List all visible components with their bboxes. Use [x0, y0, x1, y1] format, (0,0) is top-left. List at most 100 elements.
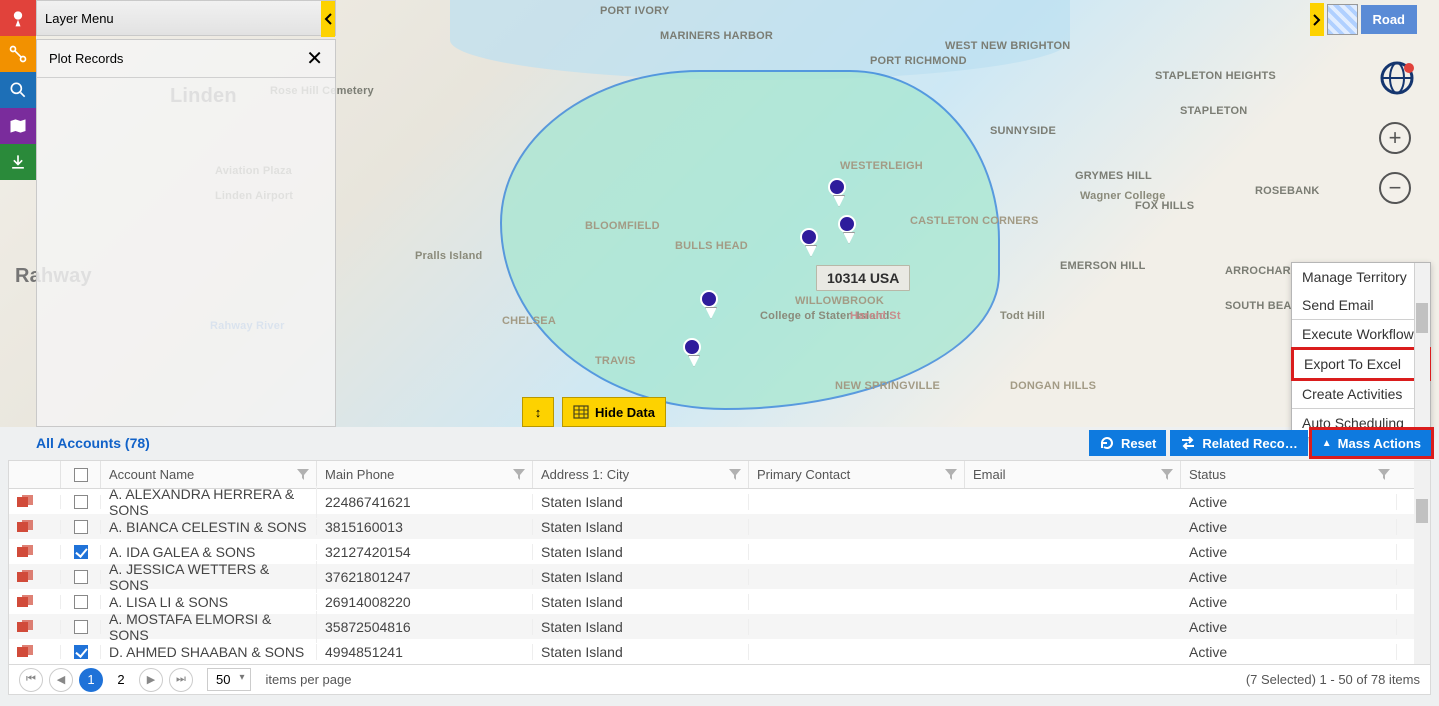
row-checkbox[interactable]	[61, 495, 101, 509]
table-row[interactable]: D. AHMED SHAABAN & SONS4994851241Staten …	[9, 639, 1430, 664]
map-pin[interactable]	[800, 228, 818, 246]
header-contact[interactable]: Primary Contact	[749, 461, 965, 488]
table-row[interactable]: A. MOSTAFA ELMORSI & SONS35872504816Stat…	[9, 614, 1430, 639]
map-pin[interactable]	[838, 215, 856, 233]
cell-city: Staten Island	[533, 569, 749, 585]
map-place-label: STAPLETON HEIGHTS	[1155, 70, 1276, 82]
filter-icon[interactable]	[944, 467, 958, 481]
row-checkbox[interactable]	[61, 545, 101, 559]
row-checkbox[interactable]	[61, 620, 101, 634]
tool-pin-icon[interactable]	[0, 0, 36, 36]
cell-status: Active	[1181, 644, 1397, 660]
menu-item[interactable]: Execute Workflow	[1292, 319, 1430, 348]
map-place-label: CASTLETON CORNERS	[910, 215, 1038, 227]
map-tooltip: 10314 USA	[816, 265, 910, 291]
record-icon-cell[interactable]	[9, 520, 61, 534]
row-checkbox[interactable]	[61, 645, 101, 659]
header-select-all[interactable]	[61, 461, 101, 488]
cell-account-name: A. JESSICA WETTERS & SONS	[101, 561, 317, 593]
map-place-label: MARINERS HARBOR	[660, 30, 773, 42]
cell-phone: 32127420154	[317, 544, 533, 560]
layer-menu-bar[interactable]: Layer Menu	[36, 0, 336, 36]
related-label: Related Reco…	[1202, 436, 1297, 451]
grid-pager: ⏮ ◀ 1 2 ▶ ⏭ 50 items per page (7 Selecte…	[8, 665, 1431, 695]
filter-icon[interactable]	[512, 467, 526, 481]
map-place-label: DONGAN HILLS	[1010, 380, 1096, 392]
cell-status: Active	[1181, 594, 1397, 610]
pager-prev[interactable]: ◀	[49, 668, 73, 692]
zoom-out-button[interactable]: −	[1379, 172, 1411, 204]
header-city[interactable]: Address 1: City	[533, 461, 749, 488]
pager-last[interactable]: ⏭	[169, 668, 193, 692]
filter-icon[interactable]	[296, 467, 310, 481]
cell-phone: 26914008220	[317, 594, 533, 610]
header-email[interactable]: Email	[965, 461, 1181, 488]
filter-icon[interactable]	[728, 467, 742, 481]
map-place-label: GRYMES HILL	[1075, 170, 1152, 182]
map-style-switcher[interactable]: Road	[1310, 3, 1418, 36]
map-place-label: SUNNYSIDE	[990, 125, 1056, 137]
cell-city: Staten Island	[533, 644, 749, 660]
layer-menu-collapse[interactable]	[321, 1, 335, 37]
zoom-in-button[interactable]: +	[1379, 122, 1411, 154]
record-icon-cell[interactable]	[9, 595, 61, 609]
row-checkbox[interactable]	[61, 570, 101, 584]
cell-account-name: A. IDA GALEA & SONS	[101, 544, 317, 560]
pager-summary: (7 Selected) 1 - 50 of 78 items	[1246, 672, 1420, 687]
filter-icon[interactable]	[1160, 467, 1174, 481]
pager-next[interactable]: ▶	[139, 668, 163, 692]
menu-item[interactable]: Create Activities	[1292, 380, 1430, 408]
reset-button[interactable]: Reset	[1089, 430, 1166, 456]
header-main-phone[interactable]: Main Phone	[317, 461, 533, 488]
tool-route-icon[interactable]	[0, 36, 36, 72]
map-pin[interactable]	[683, 338, 701, 356]
tool-download-icon[interactable]	[0, 144, 36, 180]
cell-city: Staten Island	[533, 544, 749, 560]
cell-status: Active	[1181, 544, 1397, 560]
filter-icon[interactable]	[1377, 467, 1391, 481]
record-icon	[17, 595, 33, 609]
menu-item[interactable]: Export To Excel	[1291, 347, 1431, 381]
table-row[interactable]: A. JESSICA WETTERS & SONS37621801247Stat…	[9, 564, 1430, 589]
page-size-select[interactable]: 50	[207, 668, 251, 691]
related-records-button[interactable]: Related Reco…	[1170, 430, 1307, 456]
pager-first[interactable]: ⏮	[19, 668, 43, 692]
map-place-label: WESTERLEIGH	[840, 160, 923, 172]
hide-data-button[interactable]: Hide Data	[562, 397, 666, 427]
plot-records-panel: Plot Records ✕	[36, 39, 336, 427]
reset-label: Reset	[1121, 436, 1156, 451]
row-checkbox[interactable]	[61, 595, 101, 609]
record-icon	[17, 570, 33, 584]
record-icon-cell[interactable]	[9, 545, 61, 559]
tool-territory-icon[interactable]	[0, 108, 36, 144]
resize-handle[interactable]: ↕	[522, 397, 554, 427]
cell-account-name: A. LISA LI & SONS	[101, 594, 317, 610]
record-icon-cell[interactable]	[9, 645, 61, 659]
map-pin[interactable]	[828, 178, 846, 196]
menu-item[interactable]: Send Email	[1292, 291, 1430, 319]
mass-actions-button[interactable]: ▲ Mass Actions	[1312, 430, 1431, 456]
grid-scrollbar[interactable]	[1414, 461, 1430, 664]
row-checkbox[interactable]	[61, 520, 101, 534]
header-account-name[interactable]: Account Name	[101, 461, 317, 488]
table-row[interactable]: A. BIANCA CELESTIN & SONS3815160013State…	[9, 514, 1430, 539]
territory-region[interactable]	[500, 70, 1000, 410]
globe-icon[interactable]	[1379, 60, 1415, 96]
map-pin[interactable]	[700, 290, 718, 308]
close-icon[interactable]: ✕	[306, 46, 323, 71]
tool-search-map-icon[interactable]	[0, 72, 36, 108]
pager-page-2[interactable]: 2	[109, 668, 133, 692]
menu-item[interactable]: Manage Territory	[1292, 263, 1430, 291]
grid-title[interactable]: All Accounts (78)	[8, 435, 150, 451]
table-row[interactable]: A. ALEXANDRA HERRERA & SONS22486741621St…	[9, 489, 1430, 514]
pager-page-1[interactable]: 1	[79, 668, 103, 692]
map-style-thumb[interactable]	[1327, 4, 1358, 35]
header-status[interactable]: Status	[1181, 461, 1397, 488]
layer-menu-title: Layer Menu	[45, 11, 114, 26]
record-icon-cell[interactable]	[9, 495, 61, 509]
record-icon-cell[interactable]	[9, 620, 61, 634]
map-style-expand[interactable]	[1310, 3, 1324, 36]
record-icon-cell[interactable]	[9, 570, 61, 584]
menu-scrollbar[interactable]	[1414, 263, 1430, 437]
cell-status: Active	[1181, 569, 1397, 585]
